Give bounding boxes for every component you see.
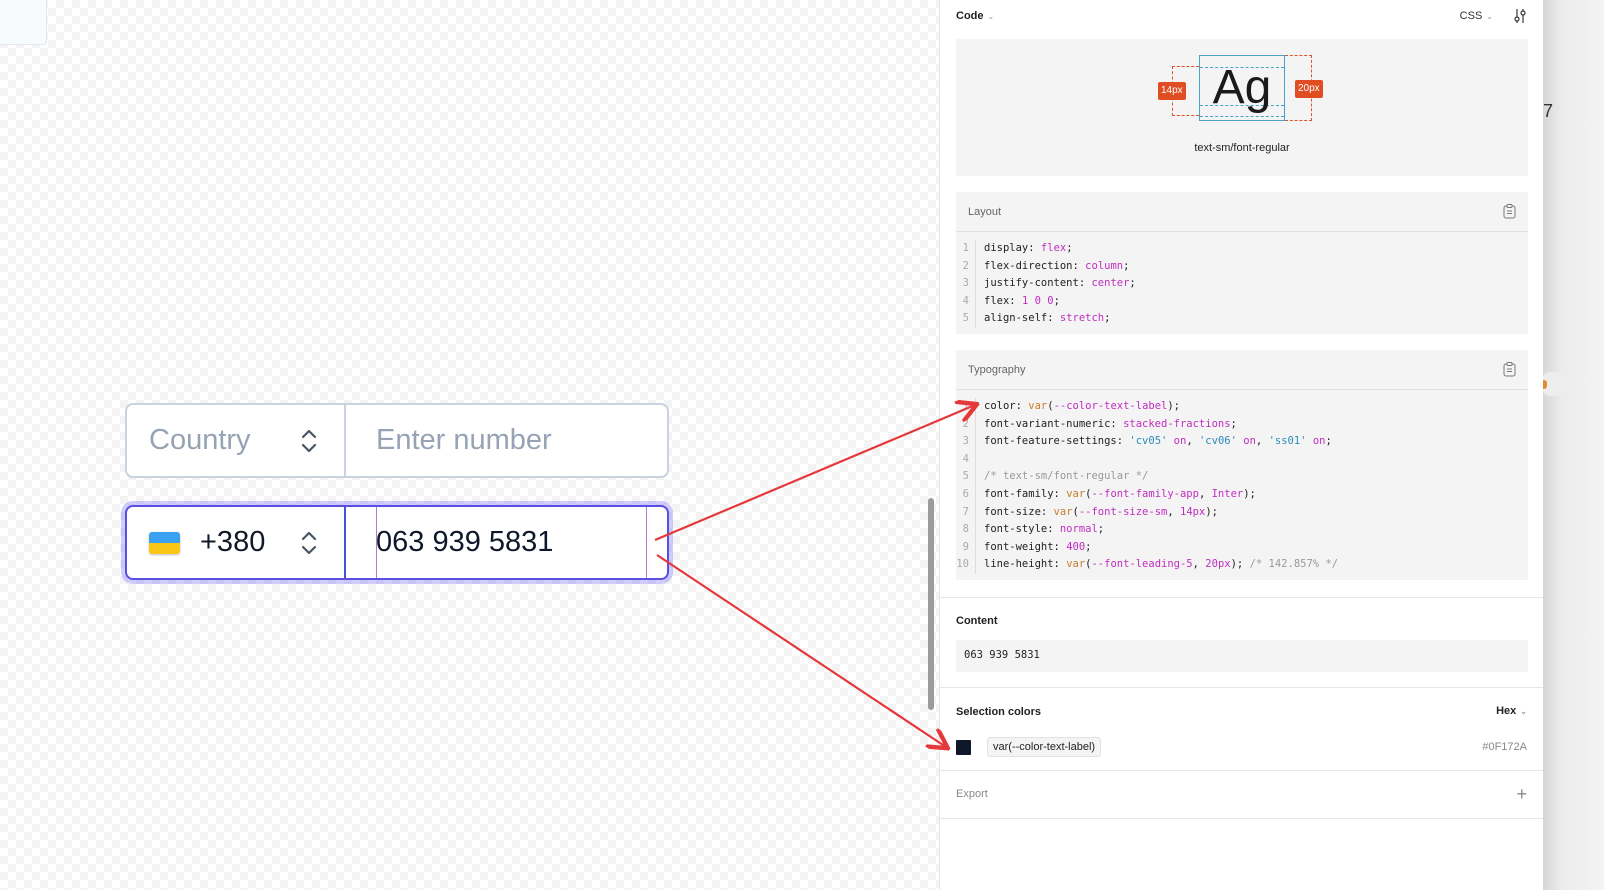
chevron-up-down-icon bbox=[301, 429, 317, 452]
inspect-panel: Code ⌄ CSS ⌄ Ag 14px 20px text-sm/font-r… bbox=[939, 0, 1543, 890]
chevron-down-icon[interactable]: ⌄ bbox=[988, 12, 995, 21]
layout-section: Layout 1 display: flex; 2 flex-direction: … bbox=[956, 192, 1528, 334]
ukraine-flag-icon bbox=[149, 531, 180, 554]
selection-bound-left bbox=[376, 507, 377, 578]
glyph-box: Ag bbox=[1199, 55, 1285, 121]
arrow-to-selection-color bbox=[656, 554, 946, 747]
code-line: 1 display: flex; bbox=[956, 240, 1528, 258]
phone-input-empty[interactable]: Country Enter number bbox=[125, 403, 669, 478]
code-line: 1 color: var(--color-text-label); bbox=[956, 398, 1528, 416]
typography-preview: Ag 14px 20px text-sm/font-regular bbox=[956, 39, 1528, 176]
selection-colors-title: Selection colors bbox=[956, 706, 1041, 718]
code-line: 10 line-height: var(--font-leading-5, 20p… bbox=[956, 556, 1528, 574]
country-select[interactable]: +380 bbox=[127, 507, 346, 578]
canvas-scrollbar[interactable] bbox=[928, 498, 934, 710]
code-line: 2 font-variant-numeric: stacked-fractions… bbox=[956, 415, 1528, 434]
number-value: 063 939 5831 bbox=[376, 526, 554, 558]
number-input[interactable]: Enter number bbox=[346, 405, 667, 476]
content-title: Content bbox=[956, 615, 998, 627]
layout-title: Layout bbox=[968, 205, 1002, 218]
code-line: 9 font-weight: 400; bbox=[956, 538, 1528, 557]
typography-title: Typography bbox=[968, 363, 1026, 376]
code-title[interactable]: Code bbox=[956, 10, 984, 22]
color-hex-value[interactable]: #0F172A bbox=[1482, 741, 1527, 753]
arrow-to-color-line bbox=[654, 405, 975, 542]
color-format-select[interactable]: Hex ⌄ bbox=[1496, 705, 1527, 717]
chevron-down-icon[interactable]: ⌄ bbox=[1486, 12, 1493, 21]
color-variable-chip[interactable]: var(--color-text-label) bbox=[987, 737, 1102, 757]
clipboard-copy-icon[interactable] bbox=[1503, 362, 1516, 377]
line-height-badge: 20px bbox=[1295, 80, 1323, 98]
phone-input-filled[interactable]: +380 063 939 5831 bbox=[125, 505, 669, 580]
code-line: 2 flex-direction: column; bbox=[956, 257, 1528, 276]
canvas-frame-corner[interactable] bbox=[0, 0, 47, 45]
background-text-fragment: 7 bbox=[1543, 101, 1554, 121]
background-badge bbox=[1543, 372, 1567, 396]
language-select[interactable]: CSS bbox=[1460, 10, 1483, 22]
code-header: Code ⌄ CSS ⌄ bbox=[956, 8, 1527, 24]
clipboard-copy-icon[interactable] bbox=[1503, 204, 1516, 219]
code-line: 5 align-self: stretch; bbox=[956, 310, 1528, 328]
number-placeholder: Enter number bbox=[376, 424, 552, 456]
export-title: Export bbox=[956, 788, 988, 800]
layout-code[interactable]: 1 display: flex; 2 flex-direction: column;… bbox=[956, 232, 1528, 334]
code-line: 6 font-family: var(--font-family-app, Int… bbox=[956, 485, 1528, 504]
code-line: 3 justify-content: center; bbox=[956, 275, 1528, 293]
code-line: 5/* text-sm/font-regular */ bbox=[956, 468, 1528, 486]
code-line: 8 font-style: normal; bbox=[956, 521, 1528, 539]
selection-bound-right bbox=[646, 507, 647, 578]
code-line: 7 font-size: var(--font-size-sm, 14px); bbox=[956, 503, 1528, 522]
code-line: 4 bbox=[956, 450, 1528, 469]
settings-sliders-icon[interactable] bbox=[1513, 8, 1527, 24]
color-swatch[interactable] bbox=[956, 740, 971, 755]
background-window-edge: 7 bbox=[1543, 0, 1604, 890]
font-size-badge: 14px bbox=[1158, 82, 1186, 100]
country-select[interactable]: Country bbox=[127, 405, 346, 476]
content-value[interactable]: 063 939 5831 bbox=[956, 640, 1528, 672]
dial-code: +380 bbox=[200, 526, 266, 558]
chevron-up-down-icon bbox=[301, 531, 317, 554]
code-line: 4 flex: 1 0 0; bbox=[956, 292, 1528, 311]
add-export-icon[interactable]: + bbox=[1516, 785, 1527, 803]
text-style-name: text-sm/font-regular bbox=[1194, 142, 1290, 154]
typography-section: Typography 1 color: var(--color-text-labe… bbox=[956, 350, 1528, 580]
country-placeholder: Country bbox=[149, 424, 251, 456]
typography-code[interactable]: 1 color: var(--color-text-label); 2 font-va… bbox=[956, 390, 1528, 580]
chevron-down-icon: ⌄ bbox=[1520, 707, 1527, 716]
number-input[interactable]: 063 939 5831 bbox=[346, 507, 667, 578]
code-line: 3 font-feature-settings: 'cv05' on, 'cv06… bbox=[956, 433, 1528, 451]
preview-sample: Ag bbox=[1212, 61, 1272, 114]
